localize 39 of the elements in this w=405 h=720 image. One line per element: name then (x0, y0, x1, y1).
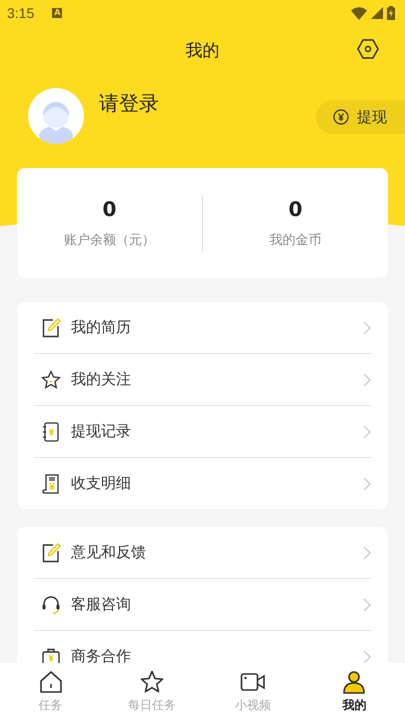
withdraw-button[interactable]: 提现 (316, 100, 405, 134)
login-prompt[interactable]: 请登录 (99, 90, 159, 117)
battery-icon (387, 6, 395, 20)
menu-item[interactable]: 意见和反馈 (71, 543, 363, 562)
tab[interactable]: 我的 (304, 663, 405, 720)
headset-icon (41, 594, 61, 614)
notification-badge: A (52, 8, 62, 18)
yuan-receipt-icon (41, 474, 61, 494)
chevron-icon (363, 476, 371, 490)
stat-label: 我的金币 (270, 232, 322, 249)
status-time: 3:15 (7, 5, 34, 21)
pencil-note-icon (41, 542, 61, 562)
chevron-icon (363, 320, 371, 334)
home-icon (38, 670, 64, 694)
yuan-notebook-icon (41, 422, 61, 442)
chevron-icon (363, 372, 371, 386)
menu-item[interactable]: 客服咨询 (71, 595, 363, 614)
stat-value: 0 (102, 197, 116, 221)
star-icon (138, 670, 165, 694)
settings-icon[interactable] (357, 39, 379, 59)
stat-value: 0 (288, 197, 302, 221)
stat-label: 账户余额（元） (64, 232, 155, 249)
yuan-icon (333, 109, 349, 125)
menu-item[interactable]: 我的关注 (71, 370, 363, 389)
yuan-briefcase-icon (41, 646, 61, 663)
star-icon (41, 370, 61, 390)
chevron-icon (363, 598, 371, 612)
menu-item[interactable]: 提现记录 (71, 422, 363, 441)
menu-item[interactable]: 收支明细 (71, 474, 363, 493)
chevron-icon (363, 546, 371, 560)
wifi-icon (351, 6, 367, 20)
person-icon (341, 670, 368, 694)
chevron-icon (363, 424, 371, 438)
menu-item[interactable]: 我的简历 (71, 318, 363, 337)
menu-item[interactable]: 商务合作 (71, 647, 363, 663)
page-title: 我的 (186, 40, 220, 62)
pencil-note-icon (41, 318, 61, 338)
signal-icon (371, 7, 383, 19)
chevron-icon (363, 650, 371, 663)
